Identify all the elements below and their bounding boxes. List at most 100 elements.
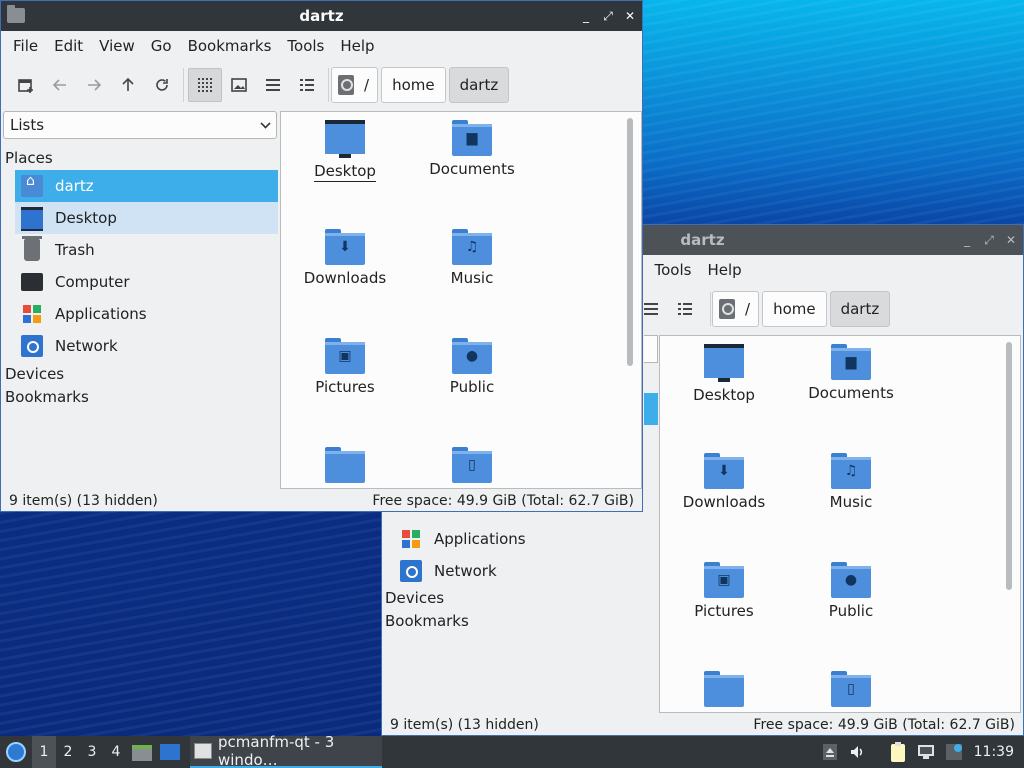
tray-clipboard[interactable] xyxy=(884,736,912,768)
file-item[interactable]: Desktop xyxy=(283,120,407,182)
file-manager-window-front[interactable]: dartz _ ⤢ ✕ File Edit View Go Bookmarks … xyxy=(0,0,643,512)
maximize-icon[interactable]: ⤢ xyxy=(602,9,614,23)
file-item[interactable] xyxy=(662,671,786,707)
close-icon[interactable]: ✕ xyxy=(624,9,636,23)
section-places[interactable]: Places xyxy=(5,149,53,167)
file-item[interactable]: ▣ Pictures xyxy=(662,562,786,620)
start-menu-button[interactable] xyxy=(0,736,32,768)
arrow-left-icon xyxy=(53,79,66,91)
place-network[interactable]: Network xyxy=(15,330,278,362)
file-item[interactable]: ▯ xyxy=(410,447,534,483)
desktop-folder-icon xyxy=(704,344,744,382)
menu-tools[interactable]: Tools xyxy=(647,261,700,279)
view-detailed-button[interactable] xyxy=(668,292,702,326)
tray-network[interactable] xyxy=(912,736,940,768)
section-devices[interactable]: Devices xyxy=(385,589,444,607)
file-item[interactable]: ▣ Pictures xyxy=(283,338,407,396)
file-item[interactable]: ▯ xyxy=(789,671,913,707)
selected-place-edge xyxy=(644,393,658,425)
back-button[interactable] xyxy=(43,68,77,102)
path-root-button[interactable]: / xyxy=(331,67,379,103)
clock[interactable]: 11:39 xyxy=(968,744,1024,760)
tray-updates[interactable] xyxy=(816,736,844,768)
file-item[interactable]: ⬇ Downloads xyxy=(662,453,786,511)
place-applications[interactable]: Applications xyxy=(394,523,658,555)
view-icons-button[interactable] xyxy=(188,68,222,102)
scrollbar[interactable] xyxy=(627,118,633,366)
reload-icon xyxy=(156,79,168,91)
file-item[interactable]: ▆ Documents xyxy=(410,120,534,178)
file-item[interactable] xyxy=(283,447,407,483)
file-item[interactable]: ● Public xyxy=(410,338,534,396)
menu-view[interactable]: View xyxy=(91,37,143,55)
eject-icon xyxy=(822,744,837,760)
file-item[interactable]: ♫ Music xyxy=(789,453,913,511)
file-view[interactable]: Desktop ▆ Documents ⬇ Downloads ♫ Music … xyxy=(659,335,1021,713)
section-bookmarks[interactable]: Bookmarks xyxy=(385,612,469,630)
file-item[interactable]: ♫ Music xyxy=(410,229,534,287)
view-thumbnails-button[interactable] xyxy=(222,68,256,102)
speaker-icon xyxy=(850,746,862,758)
desktop-switch-4[interactable]: 4 xyxy=(104,736,128,768)
view-compact-button[interactable] xyxy=(256,68,290,102)
file-item[interactable]: ⬇ Downloads xyxy=(283,229,407,287)
menu-go[interactable]: Go xyxy=(143,37,180,55)
taskbar-window-button[interactable]: pcmanfm-qt - 3 windo… xyxy=(190,733,382,768)
scrollbar[interactable] xyxy=(1006,342,1012,590)
detailed-list-icon xyxy=(300,79,314,91)
quicklaunch-show-desktop[interactable] xyxy=(156,736,184,768)
desktop-switch-1[interactable]: 1 xyxy=(32,736,56,768)
documents-folder-icon: ▆ xyxy=(452,120,492,156)
window-title: dartz xyxy=(299,7,344,25)
quicklaunch-file-manager[interactable] xyxy=(128,736,156,768)
window-icon xyxy=(194,743,212,759)
menu-help[interactable]: Help xyxy=(332,37,382,55)
place-dartz[interactable]: dartz xyxy=(15,170,278,202)
maximize-icon[interactable]: ⤢ xyxy=(983,233,995,247)
forward-button[interactable] xyxy=(77,68,111,102)
menubar: File Edit View Go Bookmarks Tools Help xyxy=(1,31,642,61)
minimize-icon[interactable]: _ xyxy=(961,233,973,247)
path-crumb-dartz[interactable]: dartz xyxy=(829,291,891,327)
place-applications[interactable]: Applications xyxy=(15,298,278,330)
path-root-button[interactable]: / xyxy=(712,291,760,327)
path-crumb-dartz[interactable]: dartz xyxy=(448,67,510,103)
taskbar: 1 2 3 4 pcmanfm-qt - 3 windo… 11:39 xyxy=(0,733,1024,768)
menu-file[interactable]: File xyxy=(5,37,46,55)
titlebar[interactable]: dartz _ ⤢ ✕ xyxy=(1,1,642,31)
path-crumb-home[interactable]: home xyxy=(381,67,446,103)
menu-tools[interactable]: Tools xyxy=(279,37,332,55)
menu-help[interactable]: Help xyxy=(699,261,749,279)
network-icon xyxy=(400,560,422,582)
tray-notification[interactable] xyxy=(940,736,968,768)
up-button[interactable] xyxy=(111,68,145,102)
file-item[interactable]: ▆ Documents xyxy=(789,344,913,402)
start-menu-icon xyxy=(6,742,26,762)
new-tab-button[interactable] xyxy=(9,68,43,102)
reload-button[interactable] xyxy=(145,68,179,102)
desktop-folder-icon xyxy=(325,120,365,158)
downloads-folder-icon: ⬇ xyxy=(704,453,744,489)
file-item[interactable]: ● Public xyxy=(789,562,913,620)
place-trash[interactable]: Trash xyxy=(15,234,278,266)
menu-edit[interactable]: Edit xyxy=(46,37,91,55)
file-item[interactable]: Desktop xyxy=(662,344,786,404)
tray-volume[interactable] xyxy=(844,736,872,768)
desktop-switch-3[interactable]: 3 xyxy=(80,736,104,768)
desktop-switch-2[interactable]: 2 xyxy=(56,736,80,768)
path-crumb-home[interactable]: home xyxy=(762,291,827,327)
place-network[interactable]: Network xyxy=(394,555,658,587)
clipboard-icon xyxy=(890,742,905,762)
place-computer[interactable]: Computer xyxy=(15,266,278,298)
file-view[interactable]: Desktop ▆ Documents ⬇ Downloads ♫ Music … xyxy=(280,111,642,489)
section-devices[interactable]: Devices xyxy=(5,365,64,383)
side-mode-select[interactable]: Lists xyxy=(3,111,277,139)
menu-bookmarks[interactable]: Bookmarks xyxy=(180,37,280,55)
minimize-icon[interactable]: _ xyxy=(580,9,592,23)
close-icon[interactable]: ✕ xyxy=(1005,233,1017,247)
section-bookmarks[interactable]: Bookmarks xyxy=(5,388,89,406)
place-desktop[interactable]: Desktop xyxy=(15,202,278,234)
view-detailed-button[interactable] xyxy=(290,68,324,102)
compact-view-icon xyxy=(644,303,658,315)
side-mode-combo-edge[interactable] xyxy=(644,335,658,363)
